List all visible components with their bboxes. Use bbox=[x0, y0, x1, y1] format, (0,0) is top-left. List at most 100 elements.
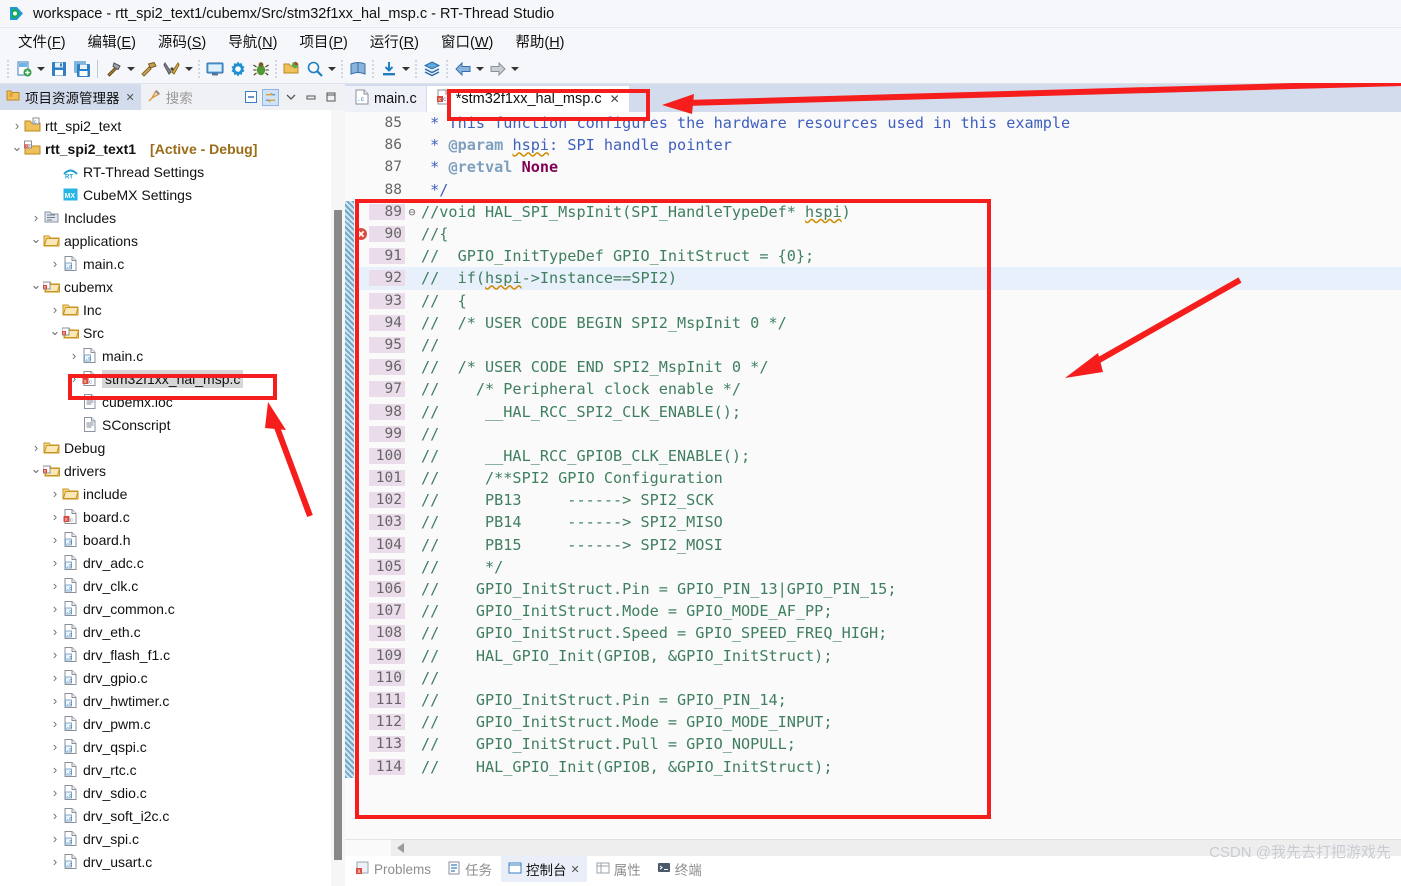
editor-tab-stm32f1xx-hal-msp-c[interactable]: xc *stm32f1xx_hal_msp.c ✕ bbox=[426, 86, 629, 112]
code-line-86[interactable]: 86 * @param hspi: SPI handle pointer bbox=[345, 134, 1401, 156]
build-tools-icon[interactable] bbox=[160, 58, 183, 81]
chevron-right-icon[interactable]: › bbox=[48, 510, 62, 523]
tree-item-board-c[interactable]: › x c board.c bbox=[0, 505, 345, 528]
code-line-90[interactable]: 90 //{ bbox=[345, 222, 1401, 246]
open-resource-icon[interactable] bbox=[280, 58, 303, 81]
toolbar-grip-6[interactable] bbox=[415, 59, 417, 79]
toolbar-grip-4[interactable] bbox=[341, 59, 343, 79]
build-dropdown-icon[interactable] bbox=[125, 58, 137, 80]
project-tree[interactable]: › c rtt_spi2_text ⌄ x c rtt_spi2_text1 [Active … bbox=[0, 110, 345, 886]
code-lines-container[interactable]: 85 * This function configures the hardwa… bbox=[345, 112, 1401, 778]
chevron-right-icon[interactable]: › bbox=[48, 694, 62, 707]
forward-arrow-icon[interactable] bbox=[486, 58, 509, 81]
menu-source[interactable]: 源码(S) bbox=[148, 28, 218, 55]
tree-item-drv-rtc-c[interactable]: › .c drv_rtc.c bbox=[0, 758, 345, 781]
code-line-102[interactable]: 102 // PB13 ------> SPI2_SCK bbox=[345, 489, 1401, 512]
tree-item-drv-gpio-c[interactable]: › .c drv_gpio.c bbox=[0, 666, 345, 689]
tree-item-drv-hwtimer-c[interactable]: › .c drv_hwtimer.c bbox=[0, 689, 345, 712]
code-line-96[interactable]: 96 // /* USER CODE END SPI2_MspInit 0 */ bbox=[345, 356, 1401, 379]
save-icon[interactable] bbox=[47, 58, 70, 81]
settings-gear-icon[interactable] bbox=[226, 58, 249, 81]
build-tools-dropdown-icon[interactable] bbox=[183, 58, 195, 80]
toolbar-grip-7[interactable] bbox=[446, 59, 448, 79]
code-line-109[interactable]: 109 // HAL_GPIO_Init(GPIOB, &GPIO_InitStr… bbox=[345, 644, 1401, 667]
chevron-down-icon[interactable]: ⌄ bbox=[29, 232, 43, 245]
search-icon[interactable] bbox=[303, 58, 326, 81]
code-line-110[interactable]: 110 // bbox=[345, 666, 1401, 689]
code-line-94[interactable]: 94 // /* USER CODE BEGIN SPI2_MspInit 0 *… bbox=[345, 311, 1401, 334]
open-console-icon[interactable] bbox=[203, 58, 226, 81]
chevron-right-icon[interactable]: › bbox=[48, 257, 62, 270]
tree-item-board-h[interactable]: › .h board.h bbox=[0, 528, 345, 551]
chevron-right-icon[interactable]: › bbox=[67, 349, 81, 362]
clean-hammer-icon[interactable] bbox=[137, 58, 160, 81]
chevron-right-icon[interactable]: › bbox=[48, 648, 62, 661]
tree-item-drv-soft-i2c-c[interactable]: › .c drv_soft_i2c.c bbox=[0, 804, 345, 827]
tree-item-cubemx-ioc[interactable]: cubemx.ioc bbox=[0, 390, 345, 413]
menu-navigate[interactable]: 导航(N) bbox=[218, 28, 289, 55]
collapse-all-icon[interactable] bbox=[242, 89, 259, 106]
code-line-87[interactable]: 87 * @retval None bbox=[345, 156, 1401, 178]
chevron-right-icon[interactable]: › bbox=[48, 855, 62, 868]
toolbar-grip[interactable] bbox=[7, 59, 9, 79]
view-menu-icon[interactable] bbox=[282, 89, 299, 106]
tree-item-drv-flash-f1-c[interactable]: › .c drv_flash_f1.c bbox=[0, 643, 345, 666]
chevron-right-icon[interactable]: › bbox=[48, 487, 62, 500]
chevron-down-icon[interactable]: ⌄ bbox=[10, 140, 24, 153]
tree-item-drv-pwm-c[interactable]: › .c drv_pwm.c bbox=[0, 712, 345, 735]
new-file-dropdown-icon[interactable] bbox=[35, 58, 47, 80]
tree-item-applications[interactable]: ⌄ applications bbox=[0, 229, 345, 252]
code-line-107[interactable]: 107 // GPIO_InitStruct.Mode = GPIO_MODE_A… bbox=[345, 600, 1401, 623]
chevron-down-icon[interactable]: ⌄ bbox=[48, 324, 62, 337]
scroll-left-icon[interactable] bbox=[397, 843, 404, 853]
fold-collapse-icon[interactable]: ⊖ bbox=[405, 205, 419, 219]
code-line-108[interactable]: 108 // GPIO_InitStruct.Speed = GPIO_SPEED… bbox=[345, 622, 1401, 645]
chevron-right-icon[interactable]: › bbox=[48, 303, 62, 316]
tree-item-drv-eth-c[interactable]: › .c drv_eth.c bbox=[0, 620, 345, 643]
editor-tab-main-c[interactable]: .c main.c bbox=[345, 86, 426, 112]
chevron-right-icon[interactable]: › bbox=[10, 119, 24, 132]
bottom-tab-console[interactable]: 控制台 ✕ bbox=[501, 856, 587, 882]
chevron-right-icon[interactable]: › bbox=[48, 832, 62, 845]
tree-item-drv-sdio-c[interactable]: › .c drv_sdio.c bbox=[0, 781, 345, 804]
project-tree-scroll-thumb[interactable] bbox=[334, 210, 342, 860]
chevron-right-icon[interactable]: › bbox=[29, 211, 43, 224]
code-line-92[interactable]: 92 // if(hspi->Instance==SPI2) bbox=[345, 267, 1401, 290]
chevron-right-icon[interactable]: › bbox=[48, 809, 62, 822]
code-line-113[interactable]: 113 // GPIO_InitStruct.Pull = GPIO_NOPULL… bbox=[345, 733, 1401, 756]
code-line-97[interactable]: 97 // /* Peripheral clock enable */ bbox=[345, 378, 1401, 401]
menu-help[interactable]: 帮助(H) bbox=[505, 28, 576, 55]
search-dropdown-icon[interactable] bbox=[326, 58, 338, 80]
book-icon[interactable] bbox=[346, 58, 369, 81]
toolbar-grip-3[interactable] bbox=[275, 59, 277, 79]
layers-icon[interactable] bbox=[420, 58, 443, 81]
menu-window[interactable]: 窗口(W) bbox=[431, 28, 505, 55]
tree-item-main-c[interactable]: › .c main.c bbox=[0, 344, 345, 367]
chevron-right-icon[interactable]: › bbox=[48, 763, 62, 776]
tree-item-rtt-spi2-text[interactable]: › c rtt_spi2_text bbox=[0, 114, 345, 137]
tree-item-cubemx-settings[interactable]: MX CubeMX Settings bbox=[0, 183, 345, 206]
code-line-89[interactable]: 89 ⊖//void HAL_SPI_MspInit(SPI_HandleType… bbox=[345, 200, 1401, 223]
tab-project-explorer-close-icon[interactable]: ✕ bbox=[126, 91, 135, 104]
editor-tab-close-icon[interactable]: ✕ bbox=[610, 92, 620, 106]
code-line-106[interactable]: 106 // GPIO_InitStruct.Pin = GPIO_PIN_13|… bbox=[345, 577, 1401, 601]
back-dropdown-icon[interactable] bbox=[474, 58, 486, 80]
bottom-tab-console-close-icon[interactable]: ✕ bbox=[571, 863, 580, 876]
menu-file[interactable]: 文件(F) bbox=[8, 28, 78, 55]
code-line-105[interactable]: 105 // */ bbox=[345, 555, 1401, 578]
chevron-right-icon[interactable]: › bbox=[48, 717, 62, 730]
code-line-88[interactable]: 88 */ bbox=[345, 179, 1401, 201]
code-editor[interactable]: 85 * This function configures the hardwa… bbox=[345, 112, 1401, 856]
bottom-tab-problems[interactable]: x Problems bbox=[349, 858, 438, 881]
tree-item-drivers[interactable]: ⌄ x drivers bbox=[0, 459, 345, 482]
tree-item-stm32f1xx-hal-msp-c[interactable]: › x c stm32f1xx_hal_msp.c bbox=[0, 367, 345, 390]
bottom-tab-terminal[interactable]: 终端 bbox=[650, 856, 709, 882]
code-line-100[interactable]: 100 // __HAL_RCC_GPIOB_CLK_ENABLE(); bbox=[345, 444, 1401, 467]
maximize-icon[interactable] bbox=[322, 89, 339, 106]
chevron-down-icon[interactable]: ⌄ bbox=[29, 462, 43, 475]
forward-dropdown-icon[interactable] bbox=[509, 58, 521, 80]
tree-item-drv-clk-c[interactable]: › .c drv_clk.c bbox=[0, 574, 345, 597]
back-arrow-icon[interactable] bbox=[451, 58, 474, 81]
chevron-right-icon[interactable]: › bbox=[48, 625, 62, 638]
save-all-icon[interactable] bbox=[70, 58, 93, 81]
